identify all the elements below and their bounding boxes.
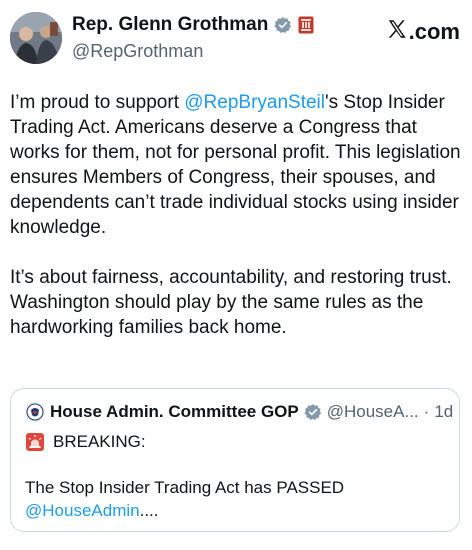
congress-seal-icon: [298, 16, 314, 34]
quoted-handle[interactable]: @HouseA...: [327, 402, 419, 422]
quoted-mention-line: @HouseAdmin....: [25, 501, 159, 520]
display-name[interactable]: Rep. Glenn Grothman: [72, 14, 268, 36]
brand-label: .com: [408, 19, 460, 44]
x-brand: .com: [386, 18, 460, 46]
verified-badge-icon: [274, 16, 292, 34]
quoted-timestamp[interactable]: 1d: [434, 402, 453, 422]
breaking-label: BREAKING:: [53, 432, 146, 451]
quoted-text-line: The Stop Insider Trading Act has PASSED: [25, 478, 345, 497]
verified-badge-icon: [304, 403, 322, 421]
quoted-tweet-text: The Stop Insider Trading Act has PASSED …: [25, 476, 445, 522]
tweet-header: Rep. Glenn Grothman @RepGrothman .com: [10, 12, 462, 68]
avatar[interactable]: [10, 12, 62, 64]
quoted-display-name[interactable]: House Admin. Committee GOP: [50, 402, 299, 422]
quoted-tweet-header: House Admin. Committee GOP @HouseA... · …: [25, 402, 453, 422]
separator-dot: ·: [423, 402, 430, 421]
tweet-paragraph-1: I’m proud to support @RepBryanSteil's St…: [10, 92, 461, 238]
siren-icon: [25, 432, 45, 452]
tweet-paragraph-2: It’s about fairness, accountability, and…: [10, 267, 452, 338]
tweet-text: I’m proud to support @RepBryanSteil's St…: [10, 90, 465, 340]
mention-link[interactable]: @RepBryanSteil: [184, 92, 325, 113]
handle[interactable]: @RepGrothman: [72, 41, 203, 62]
quoted-avatar[interactable]: [25, 402, 45, 422]
quoted-tweet[interactable]: House Admin. Committee GOP @HouseA... · …: [10, 388, 460, 532]
breaking-line: BREAKING:: [25, 432, 146, 452]
x-logo-icon: [386, 18, 408, 46]
quoted-mention-link[interactable]: @HouseAdmin: [25, 501, 140, 520]
